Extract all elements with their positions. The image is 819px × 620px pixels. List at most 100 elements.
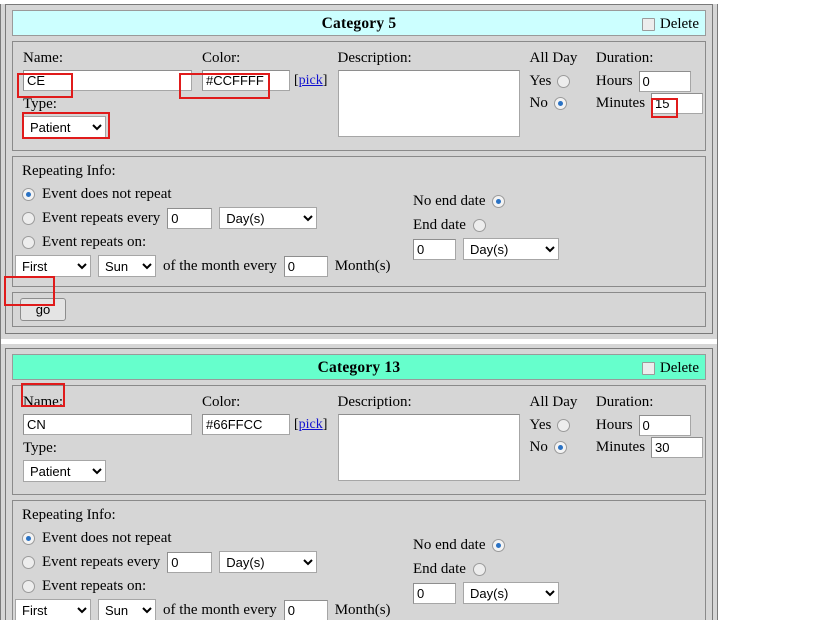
hours-label: Hours — [596, 417, 633, 434]
category-title: Category 5 — [322, 15, 397, 32]
repeating-info-section-1: Repeating Info: Event does not repeat Ev… — [12, 156, 706, 287]
all-day-no-radio[interactable] — [554, 97, 567, 110]
no-repeat-row[interactable]: Event does not repeat — [22, 183, 705, 205]
repeat-every-row: Event repeats every Day(s) — [22, 207, 705, 229]
color-label: Color: — [202, 393, 328, 412]
name-type-column: Name: Type: Patient — [13, 49, 192, 142]
monthly-pattern-row: First Sun of the month every Month(s) — [15, 599, 705, 620]
repeat-every-input[interactable] — [167, 552, 212, 573]
no-end-date-row[interactable]: No end date — [413, 190, 559, 212]
minutes-label: Minutes — [596, 439, 645, 456]
repeat-every-unit-select[interactable]: Day(s) — [219, 551, 317, 573]
end-date-label: End date — [413, 561, 466, 578]
end-date-group: No end date End date Day(s) — [413, 190, 559, 262]
no-end-date-radio[interactable] — [492, 539, 505, 552]
description-textarea[interactable] — [338, 70, 520, 137]
all-day-yes-radio[interactable] — [557, 419, 570, 432]
pick-link-wrap: [pick] — [294, 417, 327, 433]
repeat-on-label: Event repeats on: — [42, 578, 146, 595]
all-day-no-label: No — [530, 95, 548, 112]
delete-checkbox[interactable] — [642, 362, 655, 375]
minutes-input[interactable] — [651, 93, 703, 114]
all-day-no-label: No — [530, 439, 548, 456]
month-interval-input[interactable] — [284, 600, 328, 620]
ordinal-select[interactable]: First — [15, 599, 91, 620]
repeat-every-input[interactable] — [167, 208, 212, 229]
hours-row: Hours — [596, 414, 705, 436]
delete-checkbox[interactable] — [642, 18, 655, 31]
duration-label: Duration: — [596, 393, 705, 412]
type-select[interactable]: Patient — [23, 116, 106, 138]
no-repeat-radio[interactable] — [22, 532, 35, 545]
all-day-no-row[interactable]: No — [530, 436, 586, 458]
all-day-yes-radio[interactable] — [557, 75, 570, 88]
repeat-on-radio[interactable] — [22, 580, 35, 593]
category-title: Category 13 — [318, 359, 401, 376]
repeat-every-radio[interactable] — [22, 556, 35, 569]
end-date-unit-select[interactable]: Day(s) — [463, 238, 559, 260]
color-pick-link[interactable]: pick — [299, 417, 323, 432]
repeat-on-row[interactable]: Event repeats on: — [22, 231, 705, 253]
name-input[interactable] — [23, 414, 192, 435]
of-the-month-label: of the month every — [163, 602, 277, 619]
category-header-2: Category 13 Delete — [12, 354, 706, 380]
minutes-input[interactable] — [651, 437, 703, 458]
page-root: Category 5 Delete Name: Type: Patient — [0, 4, 819, 620]
repeat-on-radio[interactable] — [22, 236, 35, 249]
color-input[interactable] — [202, 414, 290, 435]
all-day-label: All Day — [530, 393, 586, 412]
hours-input[interactable] — [639, 71, 691, 92]
details-grid: Name: Type: Patient Color: [pick] — [13, 42, 705, 150]
delete-control[interactable]: Delete — [642, 355, 699, 381]
weekday-select[interactable]: Sun — [98, 599, 156, 620]
end-date-input[interactable] — [413, 583, 456, 604]
end-date-row[interactable]: End date — [413, 558, 559, 580]
ordinal-select[interactable]: First — [15, 255, 91, 277]
description-label: Description: — [338, 393, 520, 412]
color-pick-link[interactable]: pick — [299, 73, 323, 88]
all-day-yes-row[interactable]: Yes — [530, 70, 586, 92]
category-details-section-2: Name: Type: Patient Color: [pick] — [12, 385, 706, 495]
end-date-input[interactable] — [413, 239, 456, 260]
type-label: Type: — [23, 95, 192, 114]
delete-label: Delete — [660, 355, 699, 381]
hours-label: Hours — [596, 73, 633, 90]
end-date-row[interactable]: End date — [413, 214, 559, 236]
repeating-info-title: Repeating Info: — [22, 507, 705, 524]
go-button[interactable]: go — [20, 298, 66, 321]
no-repeat-radio[interactable] — [22, 188, 35, 201]
category-details-section-1: Name: Type: Patient Color: [pick] — [12, 41, 706, 151]
repeat-every-label: Event repeats every — [42, 554, 160, 571]
category-panel-2: Category 13 Delete Name: Type: Patient — [5, 348, 713, 620]
repeat-every-unit-select[interactable]: Day(s) — [219, 207, 317, 229]
all-day-yes-row[interactable]: Yes — [530, 414, 586, 436]
name-input[interactable] — [23, 70, 192, 91]
end-date-unit-select[interactable]: Day(s) — [463, 582, 559, 604]
description-textarea[interactable] — [338, 414, 520, 481]
month-interval-input[interactable] — [284, 256, 328, 277]
hours-input[interactable] — [639, 415, 691, 436]
repeat-on-row[interactable]: Event repeats on: — [22, 575, 705, 597]
all-day-yes-label: Yes — [530, 73, 552, 90]
months-label: Month(s) — [335, 258, 391, 275]
type-select[interactable]: Patient — [23, 460, 106, 482]
of-the-month-label: of the month every — [163, 258, 277, 275]
no-repeat-row[interactable]: Event does not repeat — [22, 527, 705, 549]
no-end-date-label: No end date — [413, 537, 485, 554]
weekday-select[interactable]: Sun — [98, 255, 156, 277]
no-end-date-radio[interactable] — [492, 195, 505, 208]
end-date-radio[interactable] — [473, 219, 486, 232]
all-day-no-radio[interactable] — [554, 441, 567, 454]
end-date-radio[interactable] — [473, 563, 486, 576]
repeating-info-body: Repeating Info: Event does not repeat Ev… — [13, 157, 705, 286]
all-day-column: All Day Yes No — [520, 393, 586, 486]
color-column: Color: [pick] — [192, 49, 328, 142]
repeat-every-radio[interactable] — [22, 212, 35, 225]
category-panel-1: Category 5 Delete Name: Type: Patient — [5, 4, 713, 334]
delete-control[interactable]: Delete — [642, 11, 699, 37]
all-day-no-row[interactable]: No — [530, 92, 586, 114]
no-end-date-row[interactable]: No end date — [413, 534, 559, 556]
color-input[interactable] — [202, 70, 290, 91]
minutes-label: Minutes — [596, 95, 645, 112]
name-label: Name: — [23, 49, 192, 68]
